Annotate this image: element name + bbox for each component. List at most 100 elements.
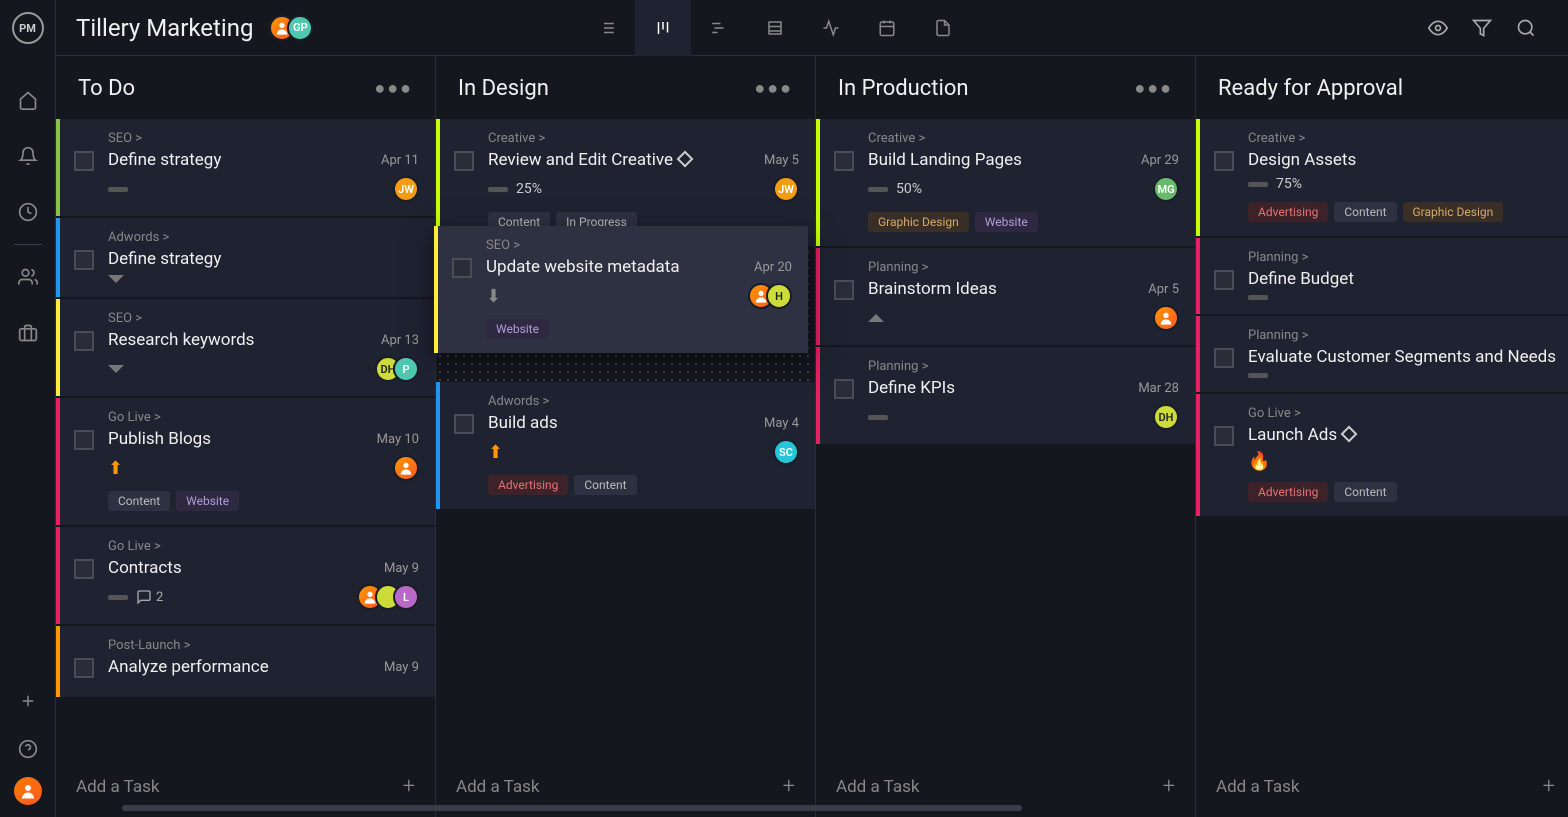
card-title[interactable]: Update website metadata [486,257,680,277]
card-category[interactable]: Creative > [488,131,799,146]
task-card[interactable]: Adwords >Build adsMay 4⬆SCAdvertisingCon… [436,382,815,509]
dragging-card[interactable]: SEO >Update website metadataApr 20⬇HWebs… [434,226,808,353]
avatar[interactable]: P [393,356,419,382]
avatar[interactable]: L [393,584,419,610]
task-card[interactable]: Planning > Define Budget [1196,238,1568,314]
card-category[interactable]: Go Live > [1248,406,1559,421]
task-card[interactable]: Go Live >Publish BlogsMay 10⬆ContentWebs… [56,398,435,525]
comment-icon[interactable]: 2 [136,589,163,605]
tag[interactable]: Content [1334,202,1396,222]
card-category[interactable]: Creative > [868,131,1179,146]
avatar[interactable]: JW [393,176,419,202]
app-logo[interactable]: PM [12,12,44,44]
tag[interactable]: Advertising [1248,482,1328,502]
task-card[interactable]: Adwords >Define strategy [56,218,435,297]
gantt-view-tab[interactable] [691,0,747,56]
task-card[interactable]: Creative >Build Landing PagesApr 29 50%M… [816,119,1195,246]
avatar[interactable]: H [766,283,792,309]
task-checkbox[interactable] [74,151,94,171]
activity-view-tab[interactable] [803,0,859,56]
tag[interactable]: Content [574,475,636,495]
column-title[interactable]: In Design [458,76,549,101]
tag[interactable]: Content [108,491,170,511]
task-checkbox[interactable] [454,414,474,434]
card-category[interactable]: Adwords > [488,394,799,409]
card-assignees[interactable]: H [748,283,792,309]
card-category[interactable]: Planning > [868,260,1179,275]
column-title[interactable]: In Production [838,76,969,101]
card-category[interactable]: Go Live > [108,539,419,554]
card-category[interactable]: Go Live > [108,410,419,425]
task-checkbox[interactable] [1214,151,1234,171]
card-assignees[interactable]: DHP [375,356,419,382]
avatar[interactable]: DH [1153,404,1179,430]
bell-icon[interactable] [0,128,56,184]
card-category[interactable]: Planning > [1248,328,1559,343]
column-title[interactable]: To Do [78,76,135,101]
tag[interactable]: Advertising [488,475,568,495]
project-members[interactable]: GP [269,15,313,41]
filter-icon[interactable] [1472,18,1492,38]
card-title[interactable]: Publish Blogs [108,429,211,449]
task-card[interactable]: Planning >Define KPIsMar 28DH [816,347,1195,444]
card-category[interactable]: SEO > [108,131,419,146]
tag[interactable]: Website [486,319,549,339]
task-checkbox[interactable] [74,430,94,450]
card-title[interactable]: Launch Ads [1248,425,1355,445]
task-card[interactable]: Planning >Brainstorm IdeasApr 5 [816,248,1195,345]
card-category[interactable]: Planning > [1248,250,1559,265]
calendar-view-tab[interactable] [859,0,915,56]
task-checkbox[interactable] [74,331,94,351]
user-avatar[interactable] [14,777,42,805]
card-assignees[interactable]: L [357,584,419,610]
task-card[interactable]: Go Live >ContractsMay 9 2L [56,527,435,624]
card-title[interactable]: Analyze performance [108,657,269,677]
card-title[interactable]: Build ads [488,413,558,433]
project-title[interactable]: Tillery Marketing [76,14,253,42]
task-checkbox[interactable] [834,151,854,171]
task-checkbox[interactable] [1214,348,1234,368]
card-title[interactable]: Evaluate Customer Segments and Needs [1248,347,1556,367]
avatar[interactable] [393,455,419,481]
task-checkbox[interactable] [454,151,474,171]
task-checkbox[interactable] [1214,270,1234,290]
card-assignees[interactable] [1153,305,1179,331]
tag[interactable]: Website [176,491,239,511]
sheet-view-tab[interactable] [747,0,803,56]
card-title[interactable]: Define Budget [1248,269,1354,289]
column-menu-icon[interactable]: ●●● [754,78,793,99]
clock-icon[interactable] [0,184,56,240]
column-menu-icon[interactable]: ●●● [1134,78,1173,99]
avatar[interactable]: MG [1153,176,1179,202]
task-checkbox[interactable] [1214,426,1234,446]
task-checkbox[interactable] [74,559,94,579]
task-card[interactable]: Creative >Design Assets 75%AdvertisingCo… [1196,119,1568,236]
card-category[interactable]: Adwords > [108,230,419,245]
tag[interactable]: Content [1334,482,1396,502]
card-category[interactable]: Creative > [1248,131,1559,146]
files-view-tab[interactable] [915,0,971,56]
card-assignees[interactable]: JW [773,176,799,202]
card-title[interactable]: Design Assets [1248,150,1356,170]
add-task-button[interactable]: Add a Task+ [1196,756,1568,817]
card-category[interactable]: Planning > [868,359,1179,374]
task-checkbox[interactable] [74,250,94,270]
card-category[interactable]: SEO > [486,238,792,253]
task-card[interactable]: Post-Launch >Analyze performanceMay 9 [56,626,435,697]
card-category[interactable]: Post-Launch > [108,638,419,653]
card-assignees[interactable]: DH [1153,404,1179,430]
card-category[interactable]: SEO > [108,311,419,326]
avatar[interactable]: JW [773,176,799,202]
card-title[interactable]: Brainstorm Ideas [868,279,997,299]
card-title[interactable]: Research keywords [108,330,254,350]
avatar[interactable]: GP [287,15,313,41]
card-assignees[interactable]: JW [393,176,419,202]
search-icon[interactable] [1516,18,1536,38]
task-checkbox[interactable] [452,258,472,278]
task-card[interactable]: Planning > Evaluate Customer Segments and… [1196,316,1568,392]
tag[interactable]: Graphic Design [1403,202,1504,222]
plus-icon[interactable] [0,681,56,721]
task-card[interactable]: SEO >Define strategyApr 11JW [56,119,435,216]
task-card[interactable]: Go Live >Launch Ads🔥AdvertisingContent [1196,394,1568,516]
tag[interactable]: Advertising [1248,202,1328,222]
